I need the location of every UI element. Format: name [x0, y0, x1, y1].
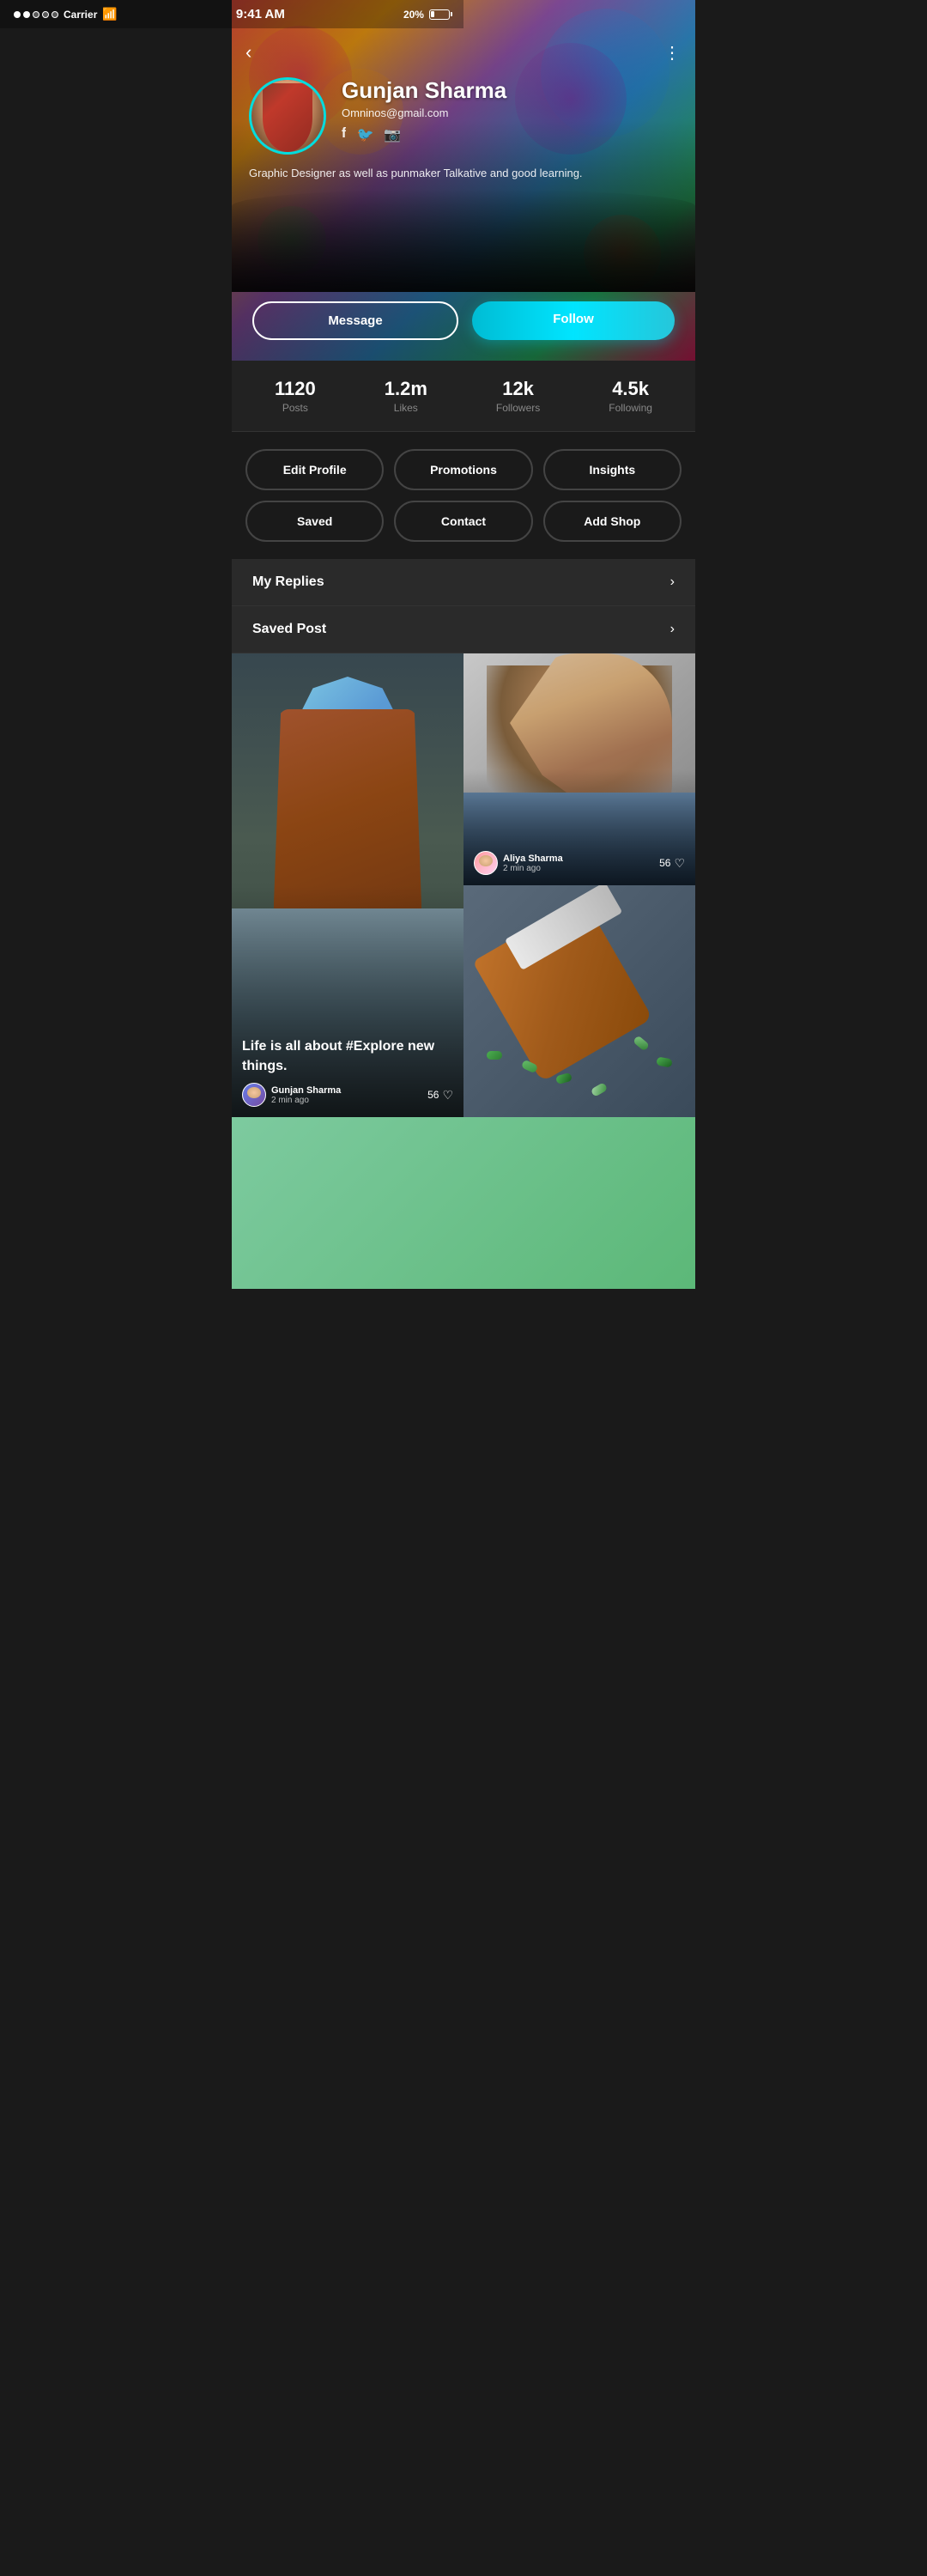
stats-section: 1120 Posts 1.2m Likes 12k Followers 4.5k… [232, 361, 695, 432]
stat-posts: 1120 Posts [275, 378, 316, 414]
post-2-content: Aliya Sharma 2 min ago 56 ♡ [464, 841, 695, 885]
edit-profile-button[interactable]: Edit Profile [245, 449, 384, 490]
avatar [249, 77, 326, 155]
post-1-heart-icon: ♡ [442, 1088, 453, 1103]
profile-top: Gunjan Sharma Omninos@gmail.com 𝐟 🐦 📷 [249, 77, 678, 155]
green-section [232, 1117, 695, 1289]
followers-label: Followers [496, 402, 540, 414]
post-1-user: Gunjan Sharma 2 min ago [242, 1083, 341, 1107]
status-bar: Carrier 📶 9:41 AM 20% [0, 0, 464, 28]
post-1-author: Gunjan Sharma [271, 1085, 341, 1096]
post-1-content: Life is all about #Explore new things. G… [232, 1027, 464, 1117]
following-label: Following [609, 402, 652, 414]
wifi-icon: 📶 [102, 7, 117, 21]
stat-following: 4.5k Following [609, 378, 652, 414]
post-1-likes: 56 ♡ [427, 1088, 453, 1103]
post-1-like-count: 56 [427, 1089, 439, 1101]
twitter-icon[interactable]: 🐦 [357, 126, 374, 143]
status-right: 20% [403, 9, 450, 21]
promotions-button[interactable]: Promotions [394, 449, 532, 490]
my-replies-arrow: › [670, 574, 675, 590]
saved-post-arrow: › [670, 622, 675, 637]
post-card-3[interactable] [464, 885, 695, 1117]
profile-bio: Graphic Designer as well as punmaker Tal… [249, 165, 678, 182]
back-button[interactable]: ‹ [245, 41, 251, 64]
more-options-button[interactable]: ⋮ [663, 42, 682, 64]
social-icons: 𝐟 🐦 📷 [342, 126, 678, 143]
dot-5 [52, 11, 58, 18]
likes-value: 1.2m [385, 378, 427, 400]
profile-info: Gunjan Sharma Omninos@gmail.com 𝐟 🐦 📷 Gr… [232, 77, 695, 182]
my-replies-item[interactable]: My Replies › [232, 559, 695, 606]
followers-value: 12k [496, 378, 540, 400]
profile-name: Gunjan Sharma [342, 77, 678, 104]
post-2-author: Aliya Sharma [503, 854, 563, 864]
post-2-user-info: Aliya Sharma 2 min ago [503, 854, 563, 873]
post-2-likes: 56 ♡ [659, 856, 685, 871]
post-2-user: Aliya Sharma 2 min ago [474, 851, 563, 875]
post-card-2[interactable]: Aliya Sharma 2 min ago 56 ♡ [464, 653, 695, 885]
dot-4 [42, 11, 49, 18]
post-2-avatar [474, 851, 498, 875]
add-shop-button[interactable]: Add Shop [543, 501, 682, 542]
dot-3 [33, 11, 39, 18]
message-button[interactable]: Message [252, 301, 458, 340]
hero-section: ‹ ⋮ Gunjan Sharma Omninos@gmail.com 𝐟 🐦 … [232, 0, 695, 361]
post-2-time: 2 min ago [503, 864, 563, 873]
avatar-face [251, 80, 324, 152]
post-1-user-info: Gunjan Sharma 2 min ago [271, 1085, 341, 1105]
nav-items: My Replies › Saved Post › [232, 559, 695, 653]
dot-1 [14, 11, 21, 18]
saved-post-label: Saved Post [252, 622, 326, 637]
post-1-avatar [242, 1083, 266, 1107]
profile-text: Gunjan Sharma Omninos@gmail.com 𝐟 🐦 📷 [342, 77, 678, 143]
post-card-1[interactable]: Life is all about #Explore new things. G… [232, 653, 464, 1117]
instagram-icon[interactable]: 📷 [384, 126, 401, 143]
post-1-text: Life is all about #Explore new things. [242, 1037, 453, 1076]
contact-button[interactable]: Contact [394, 501, 532, 542]
following-value: 4.5k [609, 378, 652, 400]
stat-likes: 1.2m Likes [385, 378, 427, 414]
likes-label: Likes [385, 402, 427, 414]
avatar-image [251, 80, 324, 152]
action-buttons: Message Follow [232, 301, 695, 340]
signal-dots [14, 11, 58, 18]
posts-value: 1120 [275, 378, 316, 400]
time-display: 9:41 AM [236, 7, 285, 21]
follow-button[interactable]: Follow [472, 301, 675, 340]
facebook-icon[interactable]: 𝐟 [342, 126, 347, 143]
insights-button[interactable]: Insights [543, 449, 682, 490]
battery-fill [431, 11, 434, 17]
buttons-grid: Edit Profile Promotions Insights Saved C… [232, 432, 695, 559]
saved-button[interactable]: Saved [245, 501, 384, 542]
saved-post-item[interactable]: Saved Post › [232, 606, 695, 653]
post-2-heart-icon: ♡ [674, 856, 685, 871]
dot-2 [23, 11, 30, 18]
carrier-label: Carrier [64, 9, 97, 21]
battery-icon [429, 9, 450, 20]
post-2-footer: Aliya Sharma 2 min ago 56 ♡ [474, 851, 685, 875]
my-replies-label: My Replies [252, 574, 324, 590]
status-left: Carrier 📶 [14, 7, 118, 21]
battery-label: 20% [403, 9, 424, 21]
post-1-time: 2 min ago [271, 1096, 341, 1105]
posts-grid: Life is all about #Explore new things. G… [232, 653, 695, 1117]
stat-followers: 12k Followers [496, 378, 540, 414]
post-2-like-count: 56 [659, 857, 670, 869]
posts-label: Posts [275, 402, 316, 414]
post-1-footer: Gunjan Sharma 2 min ago 56 ♡ [242, 1083, 453, 1107]
profile-email: Omninos@gmail.com [342, 106, 678, 119]
